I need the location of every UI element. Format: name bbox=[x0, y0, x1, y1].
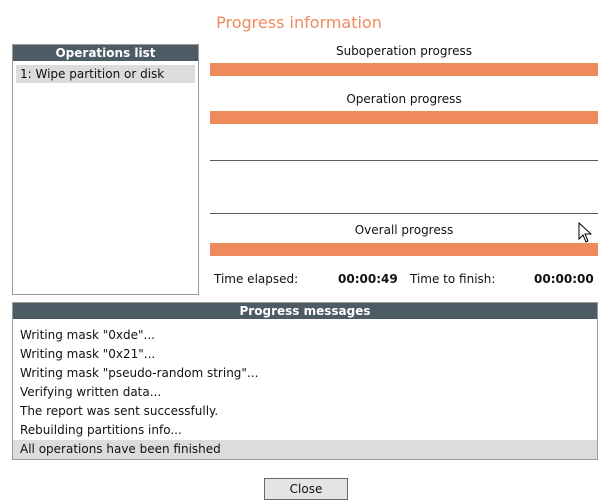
operation-progress-label: Operation progress bbox=[346, 92, 462, 106]
mouse-pointer-icon bbox=[578, 222, 592, 243]
divider-bottom bbox=[210, 213, 598, 214]
operation-progress-fill bbox=[210, 111, 598, 124]
operation-progress-bar bbox=[210, 111, 598, 124]
overall-progress-fill bbox=[210, 243, 598, 256]
progress-messages-list[interactable]: Writing mask "0xde"... Writing mask "0x2… bbox=[13, 319, 597, 459]
time-to-finish-value: 00:00:00 bbox=[534, 272, 594, 286]
time-elapsed-label: Time elapsed: bbox=[214, 272, 299, 286]
message-item[interactable]: Writing mask "0xde"... bbox=[13, 326, 597, 345]
progress-messages-header: Progress messages bbox=[13, 303, 597, 319]
suboperation-progress-label: Suboperation progress bbox=[335, 44, 473, 58]
operations-list-header: Operations list bbox=[13, 45, 198, 61]
progress-messages-panel: Progress messages Writing mask "0xde"...… bbox=[12, 302, 598, 460]
message-item[interactable]: Verifying written data... bbox=[13, 383, 597, 402]
overall-progress-label: Overall progress bbox=[354, 223, 454, 237]
message-item[interactable]: Writing mask "pseudo-random string"... bbox=[13, 364, 597, 383]
time-row: Time elapsed: 00:00:49 Time to finish: 0… bbox=[210, 272, 598, 288]
operations-list-panel: Operations list 1: Wipe partition or dis… bbox=[12, 44, 199, 295]
operation-item-wipe[interactable]: 1: Wipe partition or disk bbox=[16, 65, 195, 83]
page-title: Progress information bbox=[216, 13, 382, 32]
suboperation-progress-bar bbox=[210, 63, 598, 76]
time-elapsed-value: 00:00:49 bbox=[338, 272, 398, 286]
message-item[interactable]: Rebuilding partitions info... bbox=[13, 421, 597, 440]
divider-top bbox=[210, 160, 598, 161]
overall-progress-bar bbox=[210, 243, 598, 256]
message-item[interactable]: Writing mask "0x21"... bbox=[13, 345, 597, 364]
message-item[interactable]: The report was sent successfully. bbox=[13, 402, 597, 421]
message-item[interactable]: All operations have been finished bbox=[13, 440, 597, 459]
close-button[interactable]: Close bbox=[264, 478, 348, 500]
suboperation-progress-fill bbox=[210, 63, 598, 76]
time-to-finish-label: Time to finish: bbox=[410, 272, 496, 286]
